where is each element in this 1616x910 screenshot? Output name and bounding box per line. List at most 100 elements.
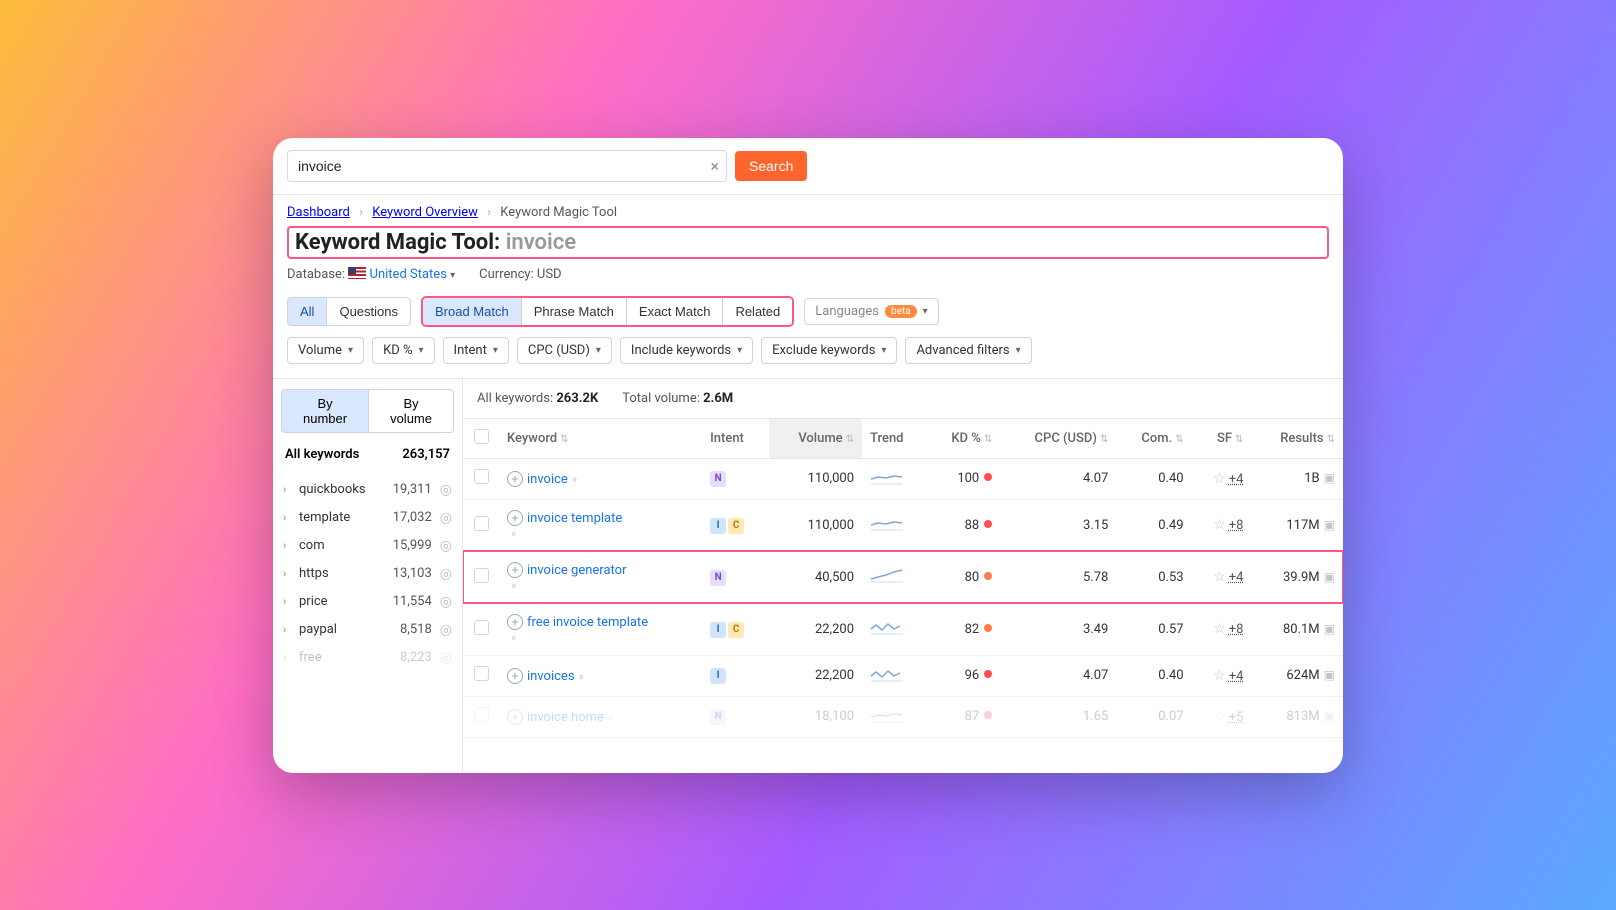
filter-exclude-keywords[interactable]: Exclude keywords▾ — [761, 337, 897, 364]
add-icon[interactable]: + — [507, 614, 523, 630]
tab-exact-match[interactable]: Exact Match — [626, 298, 723, 325]
tab-all[interactable]: All — [288, 298, 326, 325]
filter-kd-[interactable]: KD %▾ — [372, 337, 434, 364]
keyword-link[interactable]: free invoice template — [527, 615, 648, 630]
group-count: 13,103 — [393, 566, 432, 581]
row-checkbox[interactable] — [474, 666, 489, 681]
cell-sf[interactable]: ☆+8 — [1192, 499, 1252, 551]
col-sf[interactable]: SF⇅ — [1192, 418, 1252, 458]
col-intent[interactable]: Intent — [702, 418, 769, 458]
crumb-dashboard[interactable]: Dashboard — [287, 205, 350, 220]
languages-selector[interactable]: Languages beta ▾ — [804, 298, 938, 325]
sidebar-item-template[interactable]: ›template17,032◎ — [281, 504, 454, 532]
group-name: price — [299, 594, 389, 609]
col-com[interactable]: Com.⇅ — [1116, 418, 1191, 458]
row-checkbox[interactable] — [474, 620, 489, 635]
table-row: +invoice template»IC110,000883.150.49☆+8… — [463, 499, 1343, 551]
cell-sf[interactable]: ☆+5 — [1192, 696, 1252, 737]
serp-icon[interactable]: ▣ — [1324, 622, 1335, 636]
cell-com: 0.49 — [1116, 499, 1191, 551]
serp-icon[interactable]: ▣ — [1324, 471, 1335, 485]
tab-questions[interactable]: Questions — [326, 298, 410, 325]
tab-phrase-match[interactable]: Phrase Match — [521, 298, 626, 325]
keyword-link[interactable]: invoice home — [527, 710, 604, 725]
col-trend[interactable]: Trend — [862, 418, 927, 458]
keyword-link[interactable]: invoice — [527, 472, 568, 487]
add-icon[interactable]: + — [507, 562, 523, 578]
col-checkbox[interactable] — [463, 418, 499, 458]
serp-icon[interactable]: ▣ — [1324, 570, 1335, 584]
col-cpc[interactable]: CPC (USD)⇅ — [1000, 418, 1116, 458]
kd-dot-icon — [984, 473, 992, 481]
tab-by-number[interactable]: By number — [282, 390, 368, 432]
col-results[interactable]: Results⇅ — [1251, 418, 1343, 458]
intent-badge-i: I — [710, 518, 726, 534]
eye-icon[interactable]: ◎ — [440, 510, 452, 526]
database-selector[interactable]: Database: United States ▾ — [287, 267, 455, 282]
cell-sf[interactable]: ☆+4 — [1192, 551, 1252, 603]
col-volume[interactable]: Volume⇅ — [769, 418, 862, 458]
col-kd[interactable]: KD %⇅ — [927, 418, 1001, 458]
clear-icon[interactable]: × — [710, 156, 719, 175]
keyword-link[interactable]: invoice generator — [527, 563, 626, 578]
match-segment: Broad Match Phrase Match Exact Match Rel… — [421, 296, 794, 327]
sidebar-item-paypal[interactable]: ›paypal8,518◎ — [281, 616, 454, 644]
filter-include-keywords[interactable]: Include keywords▾ — [620, 337, 753, 364]
cell-results: 813M▣ — [1251, 696, 1343, 737]
sidebar-item-price[interactable]: ›price11,554◎ — [281, 588, 454, 616]
sidebar-item-https[interactable]: ›https13,103◎ — [281, 560, 454, 588]
kd-dot-icon — [984, 711, 992, 719]
filter-advanced-filters[interactable]: Advanced filters▾ — [905, 337, 1031, 364]
crumb-current: Keyword Magic Tool — [500, 205, 617, 220]
add-icon[interactable]: + — [507, 510, 523, 526]
page-title-box: Keyword Magic Tool: invoice — [287, 226, 1329, 259]
row-checkbox[interactable] — [474, 469, 489, 484]
sidebar-item-free[interactable]: ›free8,223◎ — [281, 644, 454, 672]
cell-sf[interactable]: ☆+4 — [1192, 655, 1252, 696]
cell-sf[interactable]: ☆+8 — [1192, 603, 1252, 655]
cell-keyword: +invoice» — [499, 458, 702, 499]
serp-icon[interactable]: ▣ — [1324, 518, 1335, 532]
tab-by-volume[interactable]: By volume — [368, 390, 453, 432]
sidebar-total[interactable]: All keywords 263,157 — [281, 439, 454, 470]
intent-badge-i: I — [710, 622, 726, 638]
star-icon: ☆ — [1213, 517, 1226, 533]
add-icon[interactable]: + — [507, 709, 523, 725]
row-checkbox[interactable] — [474, 516, 489, 531]
search-button[interactable]: Search — [735, 151, 807, 181]
chevron-right-icon: › — [283, 595, 295, 608]
cell-sf[interactable]: ☆+4 — [1192, 458, 1252, 499]
sidebar-item-quickbooks[interactable]: ›quickbooks19,311◎ — [281, 476, 454, 504]
tab-broad-match[interactable]: Broad Match — [423, 298, 521, 325]
add-icon[interactable]: + — [507, 471, 523, 487]
db-value[interactable]: United States — [370, 267, 447, 282]
eye-icon[interactable]: ◎ — [440, 538, 452, 554]
kd-dot-icon — [984, 670, 992, 678]
add-icon[interactable]: + — [507, 668, 523, 684]
eye-icon[interactable]: ◎ — [440, 482, 452, 498]
tab-related[interactable]: Related — [722, 298, 792, 325]
eye-icon[interactable]: ◎ — [440, 622, 452, 638]
title-query: invoice — [506, 230, 576, 255]
keyword-link[interactable]: invoices — [527, 669, 575, 684]
filter-intent[interactable]: Intent▾ — [443, 337, 509, 364]
filter-volume[interactable]: Volume▾ — [287, 337, 364, 364]
filter-cpc-usd-[interactable]: CPC (USD)▾ — [517, 337, 612, 364]
cell-trend — [862, 499, 927, 551]
cell-volume: 110,000 — [769, 499, 862, 551]
cell-volume: 18,100 — [769, 696, 862, 737]
serp-icon[interactable]: ▣ — [1324, 709, 1335, 723]
intent-badge-c: C — [728, 622, 744, 638]
serp-icon[interactable]: ▣ — [1324, 668, 1335, 682]
row-checkbox[interactable] — [474, 568, 489, 583]
eye-icon[interactable]: ◎ — [440, 566, 452, 582]
crumb-overview[interactable]: Keyword Overview — [372, 205, 478, 220]
sidebar-item-com[interactable]: ›com15,999◎ — [281, 532, 454, 560]
search-input[interactable] — [287, 150, 727, 182]
eye-icon[interactable]: ◎ — [440, 650, 452, 666]
filters-row: Volume▾ KD %▾ Intent▾ CPC (USD)▾ Include key… — [273, 327, 1343, 378]
keyword-link[interactable]: invoice template — [527, 511, 622, 526]
col-keyword[interactable]: Keyword⇅ — [499, 418, 702, 458]
row-checkbox[interactable] — [474, 707, 489, 722]
eye-icon[interactable]: ◎ — [440, 594, 452, 610]
